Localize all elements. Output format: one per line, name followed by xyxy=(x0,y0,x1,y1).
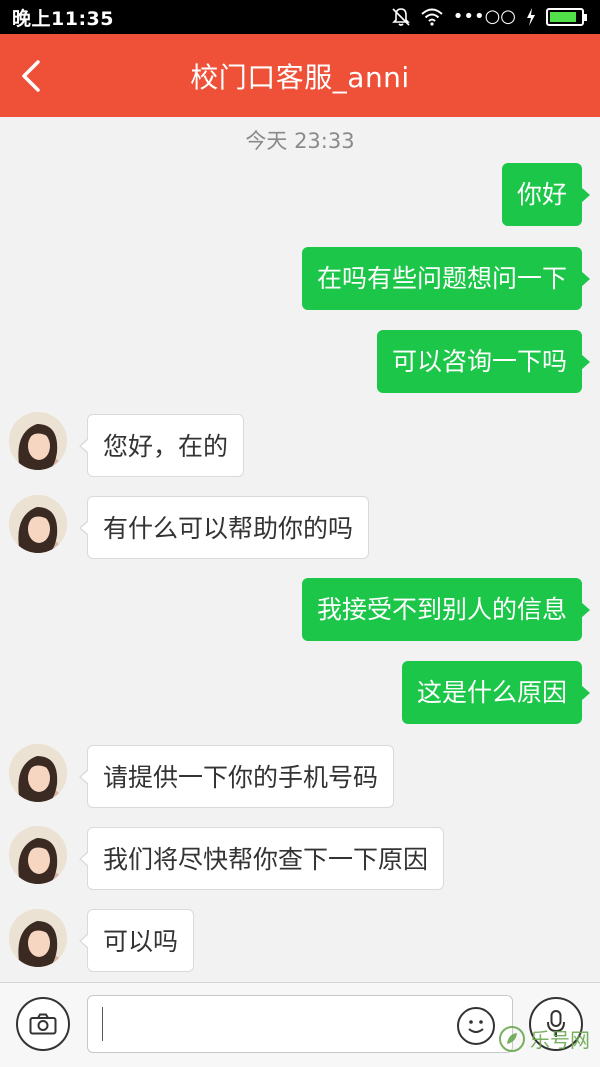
message-outgoing[interactable]: 可以咨询一下吗 xyxy=(376,330,591,393)
message-bubble[interactable]: 有什么可以帮助你的吗 xyxy=(78,496,370,559)
avatar-photo xyxy=(9,826,67,884)
message-bubble[interactable]: 这是什么原因 xyxy=(401,661,591,724)
message-outgoing[interactable]: 在吗有些问题想问一下 xyxy=(301,247,591,310)
message-bubble[interactable]: 你好 xyxy=(501,163,591,226)
watermark: 乐号网 xyxy=(498,1024,590,1053)
text-caret xyxy=(102,1007,103,1041)
message-outgoing[interactable]: 我接受不到别人的信息 xyxy=(301,578,591,641)
avatar[interactable] xyxy=(9,412,67,470)
battery-level-fill xyxy=(550,12,576,22)
input-bar: 乐号网 xyxy=(0,982,600,1067)
chevron-left-icon xyxy=(22,60,40,92)
message-bubble[interactable]: 可以咨询一下吗 xyxy=(376,330,591,393)
message-incoming[interactable]: 有什么可以帮助你的吗 xyxy=(78,496,370,559)
message-bubble[interactable]: 您好，在的 xyxy=(78,414,245,477)
avatar[interactable] xyxy=(9,744,67,802)
message-incoming[interactable]: 请提供一下你的手机号码 xyxy=(78,745,395,808)
nav-bar: 校门口客服_anni xyxy=(0,34,600,117)
leaf-logo-icon xyxy=(499,1025,525,1052)
message-incoming[interactable]: 您好，在的 xyxy=(78,414,245,477)
avatar-photo xyxy=(9,909,67,967)
message-outgoing[interactable]: 你好 xyxy=(501,163,591,226)
message-incoming[interactable]: 可以吗 xyxy=(78,909,195,972)
message-bubble[interactable]: 我们将尽快帮你查下一下原因 xyxy=(78,827,445,890)
charging-icon xyxy=(527,8,535,26)
chat-timestamp: 今天 23:33 xyxy=(245,129,355,153)
message-incoming[interactable]: 我们将尽快帮你查下一下原因 xyxy=(78,827,445,890)
message-bubble[interactable]: 在吗有些问题想问一下 xyxy=(301,247,591,310)
message-outgoing[interactable]: 这是什么原因 xyxy=(401,661,591,724)
avatar[interactable] xyxy=(9,826,67,884)
back-button[interactable] xyxy=(10,52,52,100)
avatar[interactable] xyxy=(9,495,67,553)
avatar[interactable] xyxy=(9,909,67,967)
message-bubble[interactable]: 可以吗 xyxy=(78,909,195,972)
avatar-photo xyxy=(9,744,67,802)
status-time: 晚上11:35 xyxy=(12,7,114,30)
status-icons: •••○○ xyxy=(391,6,587,27)
signal-icon: •••○○ xyxy=(452,6,516,27)
battery-icon xyxy=(546,8,587,26)
emoji-icon xyxy=(468,1020,484,1033)
wifi-icon xyxy=(421,8,443,26)
camera-button[interactable] xyxy=(16,997,70,1051)
chat-screen: 晚上11:35 •••○○ 校门口客服_anni 今天 23:33 你好 在吗有… xyxy=(0,0,600,1067)
avatar-photo xyxy=(9,495,67,553)
chat-area[interactable]: 今天 23:33 你好 在吗有些问题想问一下 可以咨询一下吗 您好，在的 有什么… xyxy=(0,117,600,982)
emoji-button[interactable] xyxy=(457,1007,495,1045)
page-title: 校门口客服_anni xyxy=(190,60,410,94)
watermark-text: 乐号网 xyxy=(530,1028,590,1052)
message-bubble[interactable]: 请提供一下你的手机号码 xyxy=(78,745,395,808)
message-input[interactable] xyxy=(87,995,513,1053)
message-bubble[interactable]: 我接受不到别人的信息 xyxy=(301,578,591,641)
avatar-photo xyxy=(9,412,67,470)
bell-off-icon xyxy=(391,8,410,26)
status-bar: 晚上11:35 •••○○ xyxy=(0,0,600,34)
camera-icon xyxy=(29,1013,57,1035)
